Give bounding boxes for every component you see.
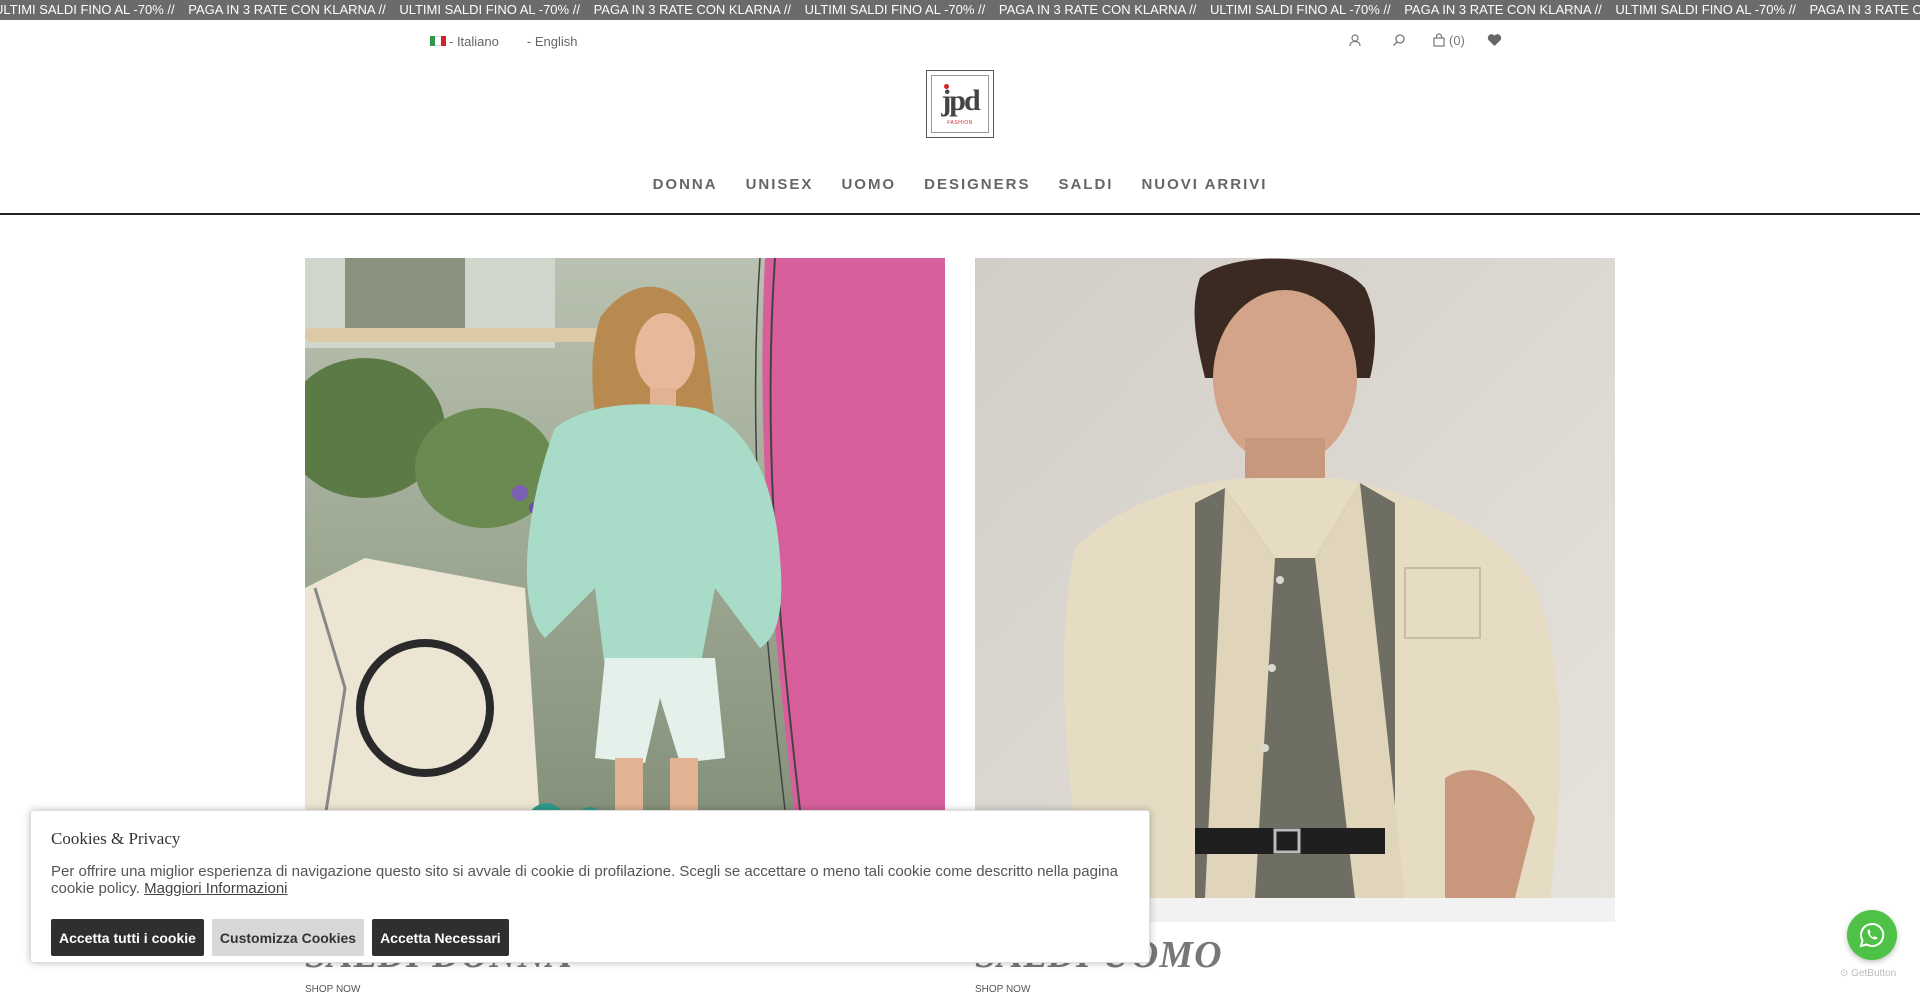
nav-item-designers[interactable]: DESIGNERS [924, 176, 1030, 193]
logo-subtitle: FASHION [947, 120, 973, 126]
cookie-more-info-link[interactable]: Maggiori Informazioni [144, 880, 287, 897]
language-english-label: - English [526, 33, 578, 49]
getbutton-label: GetButton [1851, 968, 1897, 979]
logo-text: jpd [941, 84, 980, 117]
ticker-item: ULTIMI SALDI FINO AL -70% // [1209, 2, 1391, 17]
main-navigation: DONNA UNISEX UOMO DESIGNERS SALDI NUOVI … [0, 176, 1920, 193]
men-photo [975, 258, 1615, 898]
nav-item-nuovi-arrivi[interactable]: NUOVI ARRIVI [1141, 176, 1267, 193]
promo-link-men[interactable]: SHOP NOW [975, 984, 1030, 993]
women-photo [305, 258, 945, 898]
header-actions: (0) [1344, 30, 1502, 50]
language-italian-label: - Italiano [449, 33, 499, 49]
customize-cookies-button[interactable]: Customizza Cookies [211, 919, 365, 956]
announcement-ticker: ULTIMI SALDI FINO AL -70% // PAGA IN 3 R… [0, 0, 1920, 20]
getbutton-credit[interactable]: ⊙ GetButton [1840, 968, 1896, 979]
cookie-actions: Accetta tutti i cookie Customizza Cookie… [51, 919, 1129, 956]
language-switcher: - Italiano - English [430, 32, 605, 50]
ticker-item: ULTIMI SALDI FINO AL -70% // [399, 2, 580, 17]
header-divider [0, 213, 1920, 215]
logo-frame: jpd FASHION [931, 75, 989, 133]
ticker-item: ULTIMI SALDI FINO AL -70% // [804, 2, 986, 17]
logo-dot [944, 84, 949, 89]
cookie-consent-banner: Cookies & Privacy Per offrire una miglio… [30, 810, 1150, 963]
language-italian-link[interactable]: - Italiano [430, 34, 499, 49]
nav-item-saldi[interactable]: SALDI [1058, 176, 1113, 193]
promo-link-women[interactable]: SHOP NOW [305, 984, 360, 993]
accept-necessary-cookies-button[interactable]: Accetta Necessari [372, 919, 509, 956]
ticker-track: ULTIMI SALDI FINO AL -70% // PAGA IN 3 R… [0, 0, 1920, 20]
nav-item-donna[interactable]: DONNA [653, 176, 718, 193]
ticker-item: PAGA IN 3 RATE CON KLARNA // [593, 2, 792, 17]
whatsapp-icon [1859, 922, 1885, 948]
shopping-bag-icon [1433, 33, 1445, 47]
cart-count: (0) [1449, 32, 1465, 48]
cookie-title: Cookies & Privacy [51, 829, 181, 848]
nav-item-uomo[interactable]: UOMO [841, 176, 896, 193]
promo-image-women[interactable] [305, 258, 945, 898]
cart-button[interactable]: (0) [1432, 33, 1465, 48]
ticker-item: PAGA IN 3 RATE CON KLARNA // [188, 2, 386, 17]
cookie-description: Per offrire una miglior esperienza di na… [51, 863, 1129, 897]
accept-all-cookies-button[interactable]: Accetta tutti i cookie [51, 919, 204, 956]
whatsapp-chat-button[interactable] [1847, 910, 1897, 960]
ticker-item: PAGA IN 3 RATE CON KLARNA // [998, 2, 1197, 17]
site-logo[interactable]: jpd FASHION [926, 70, 994, 138]
italy-flag-icon [430, 36, 446, 46]
ticker-item: PAGA IN 3 RATE CON KLARNA // [1404, 2, 1602, 17]
ticker-item: ULTIMI SALDI FINO AL -70% // [1615, 2, 1796, 17]
promo-image-men[interactable] [975, 258, 1615, 898]
ticker-item: PAGA IN 3 RATE CON KLARNA // [1809, 2, 1920, 17]
ticker-item: ULTIMI SALDI FINO AL -70% // [0, 2, 175, 17]
account-icon[interactable] [1344, 33, 1366, 47]
language-english-link[interactable]: - English [527, 34, 578, 49]
search-icon[interactable] [1388, 33, 1410, 47]
wishlist-heart-icon[interactable] [1487, 33, 1502, 47]
nav-item-unisex[interactable]: UNISEX [746, 176, 814, 193]
